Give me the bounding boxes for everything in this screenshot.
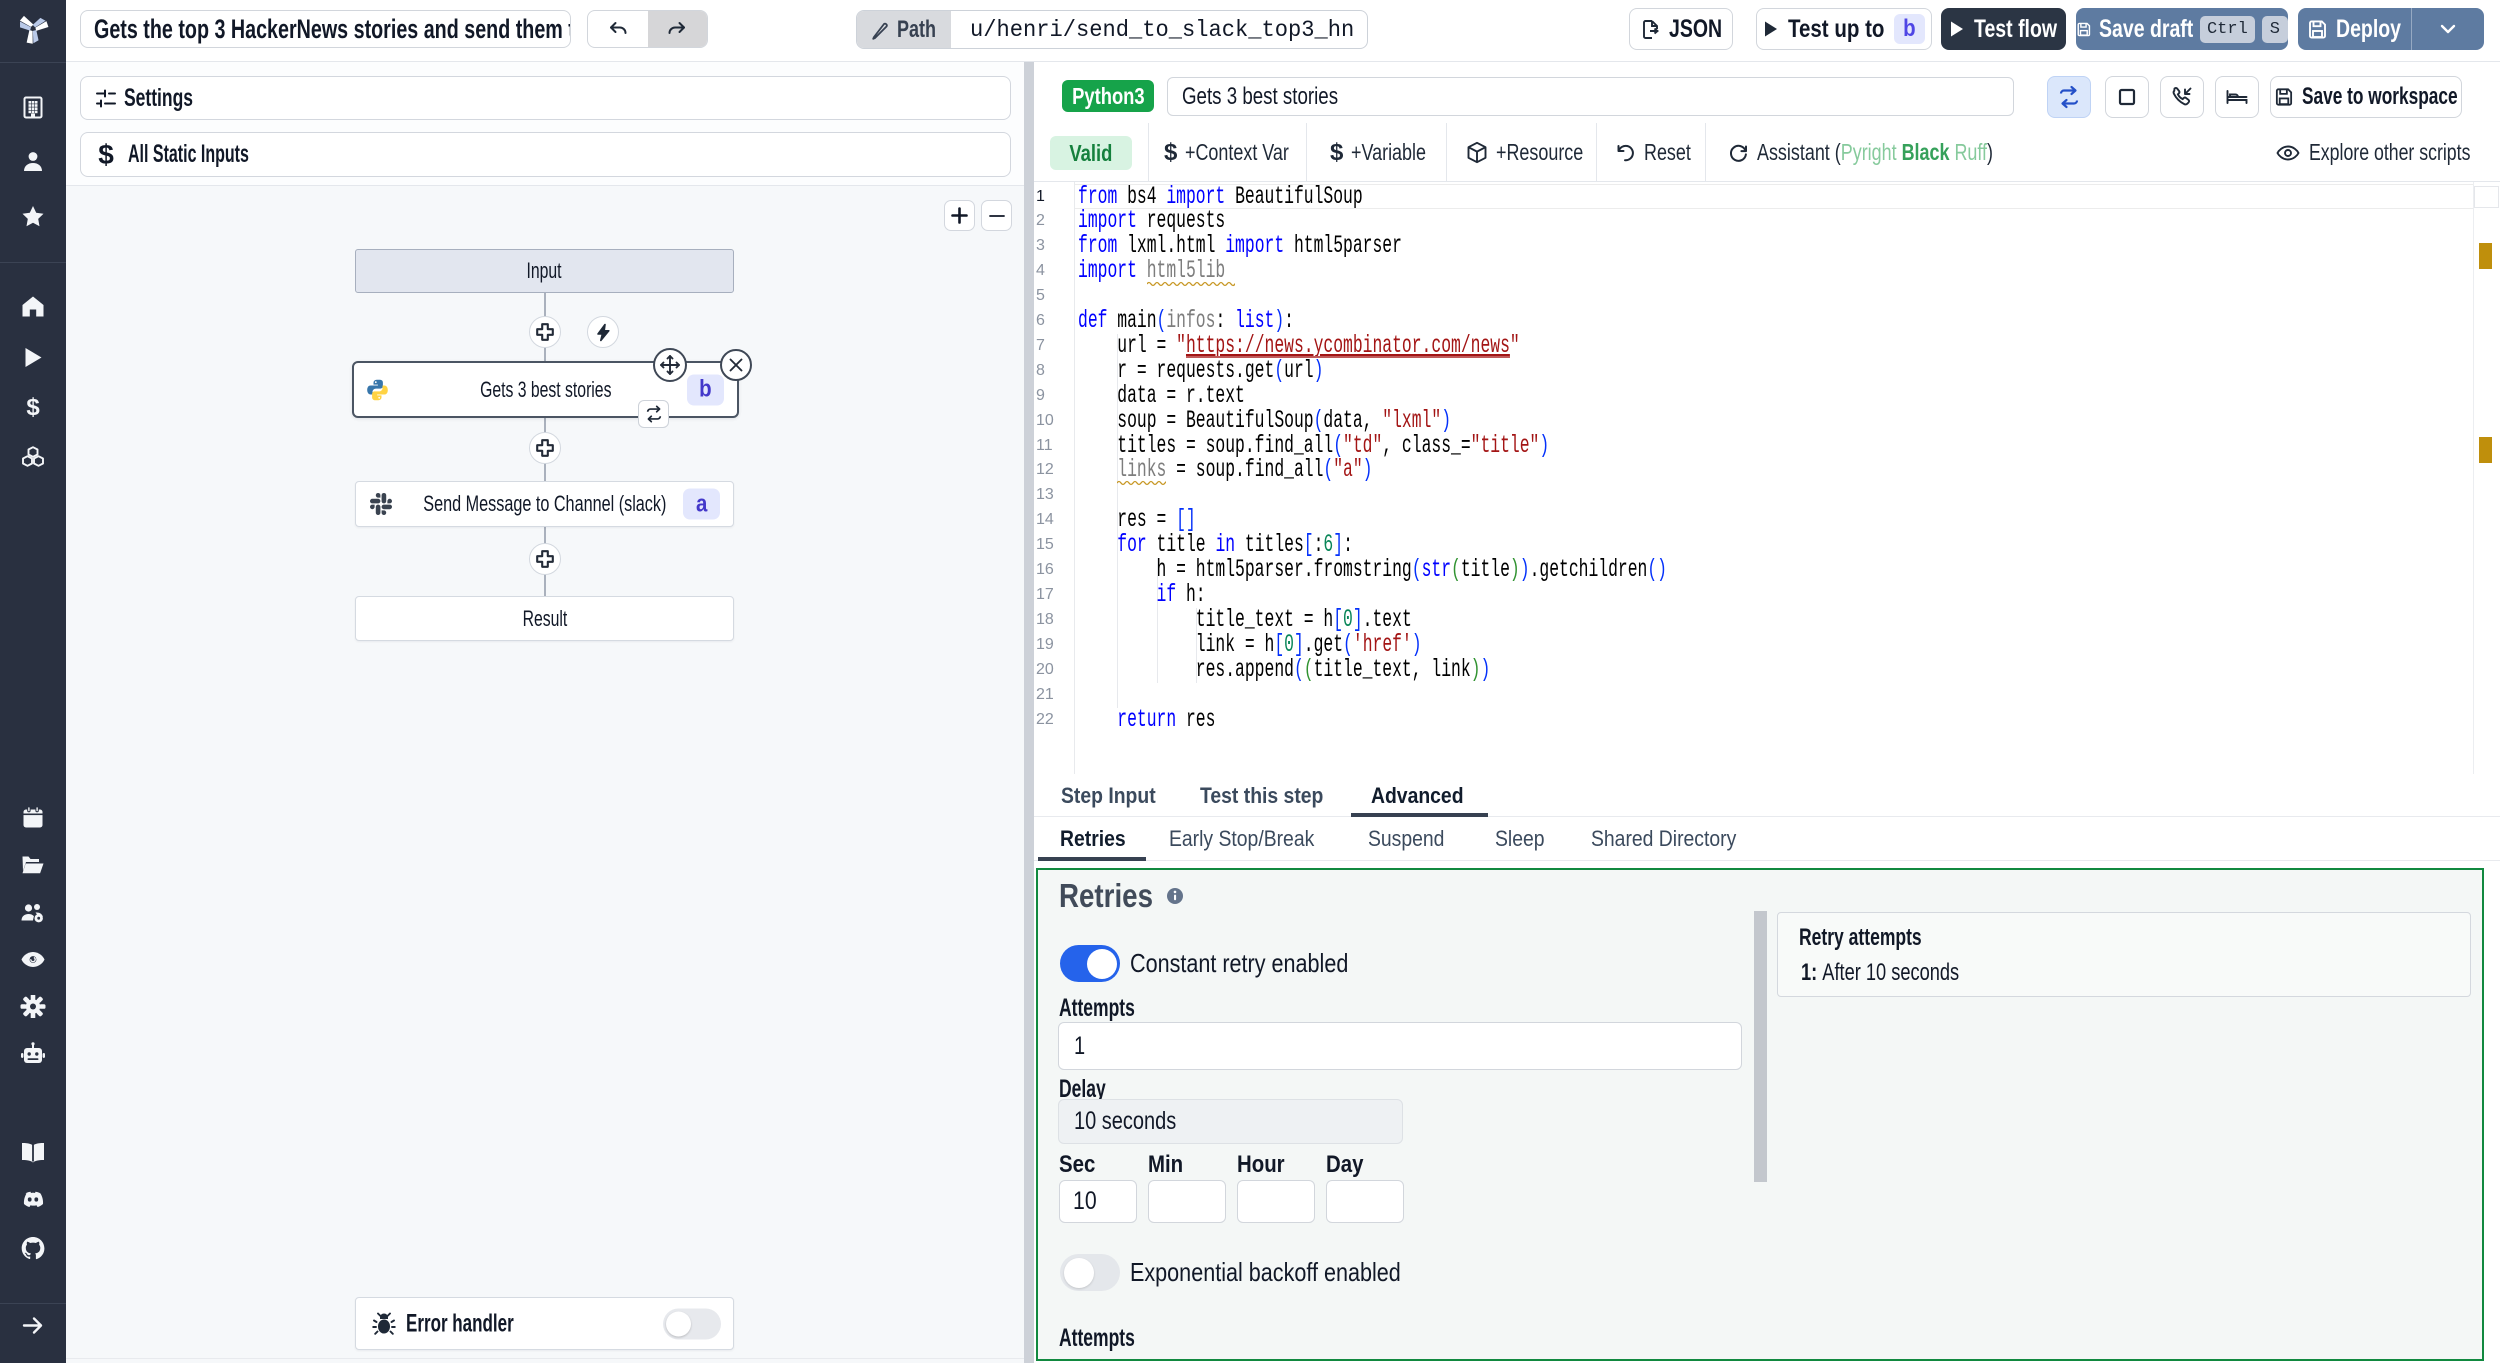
- svg-text:$: $: [26, 396, 40, 420]
